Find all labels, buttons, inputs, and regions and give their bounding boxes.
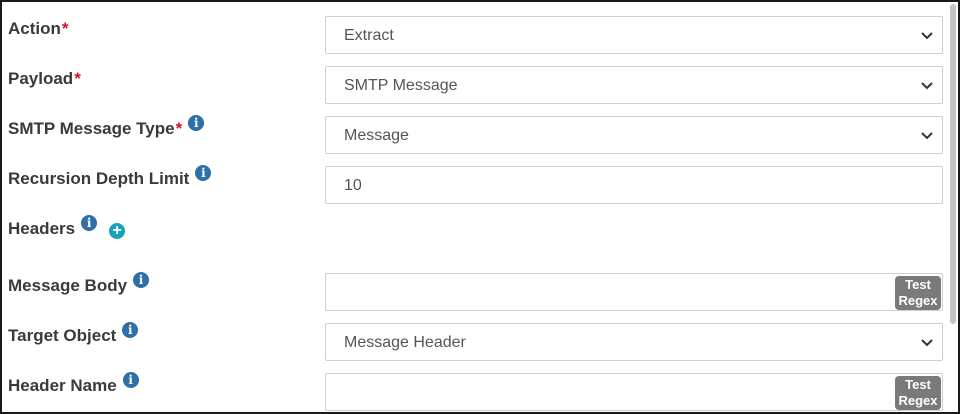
action-label-text: Action [8,19,61,38]
smtp-message-type-select[interactable]: Message [325,116,943,154]
recursion-depth-limit-value: 10 [344,177,362,194]
target-object-label: Target Object i [8,322,139,346]
payload-select[interactable]: SMTP Message [325,66,943,104]
target-object-select[interactable]: Message Header [325,323,943,361]
info-icon[interactable]: i [133,272,150,288]
message-body-input[interactable]: Test Regex [325,273,943,311]
chevron-down-icon [921,82,933,90]
header-name-label: Header Name i [8,372,139,396]
vertical-scrollbar[interactable] [950,4,956,324]
smtp-message-type-label: SMTP Message Type * i [8,115,205,139]
info-icon[interactable]: i [188,115,205,131]
form-panel: Action * Extract Payload * SMTP Message SM… [0,0,960,414]
recursion-depth-limit-label: Recursion Depth Limit i [8,165,212,189]
message-body-label-text: Message Body [8,276,128,295]
payload-label: Payload * [8,69,81,89]
headers-label-text: Headers [8,219,76,238]
smtp-message-type-label-text: SMTP Message Type [8,119,175,138]
info-icon[interactable]: i [81,215,98,231]
chevron-down-icon [921,339,933,347]
action-label: Action * [8,19,69,39]
action-select[interactable]: Extract [325,16,943,54]
header-name-input[interactable]: Test Regex [325,373,943,411]
plus-circle-icon[interactable]: + [109,223,126,239]
recursion-depth-limit-input[interactable]: 10 [325,166,943,204]
test-regex-button[interactable]: Test Regex [895,376,941,410]
target-object-value: Message Header [344,334,466,351]
target-object-label-text: Target Object [8,326,117,345]
recursion-depth-limit-label-text: Recursion Depth Limit [8,169,190,188]
action-select-value: Extract [344,27,394,44]
required-marker: * [74,69,81,88]
payload-select-value: SMTP Message [344,77,458,94]
headers-label: Headers i + [8,215,126,239]
message-body-label: Message Body i [8,272,150,296]
header-name-label-text: Header Name [8,376,117,395]
chevron-down-icon [921,32,933,40]
info-icon[interactable]: i [122,372,139,388]
test-regex-button[interactable]: Test Regex [895,276,941,310]
required-marker: * [175,119,183,138]
required-marker: * [61,19,69,38]
smtp-message-type-value: Message [344,127,409,144]
payload-label-text: Payload [8,69,74,88]
chevron-down-icon [921,132,933,140]
info-icon[interactable]: i [195,165,212,181]
info-icon[interactable]: i [122,322,139,338]
